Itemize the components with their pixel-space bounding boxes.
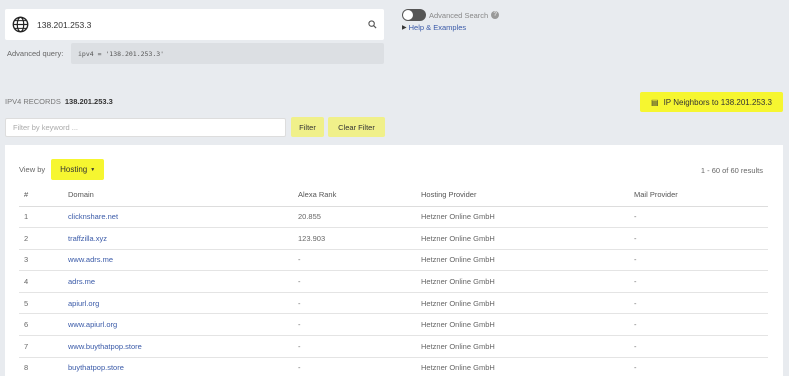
row-num: 5 [19,292,63,315]
hosting-provider: Hetzner Online GmbH [416,292,629,315]
table-row: 8 buythatpop.store - Hetzner Online GmbH… [19,357,768,376]
domain-link[interactable]: buythatpop.store [68,363,124,372]
domain-link[interactable]: traffzilla.xyz [68,234,107,243]
hosting-provider: Hetzner Online GmbH [416,249,629,272]
advanced-query-value[interactable]: ipv4 = '138.201.253.3' [71,43,384,64]
advanced-search-toggle[interactable] [402,9,426,21]
row-num: 1 [19,206,63,229]
advanced-query-row: Advanced query: ipv4 = '138.201.253.3' [5,43,384,64]
globe-icon [12,16,29,33]
view-by-selected: Hosting [60,165,88,174]
domain-link[interactable]: www.buythatpop.store [68,342,142,351]
toggle-knob [403,10,413,20]
row-num: 3 [19,249,63,272]
alexa-rank: - [293,292,416,315]
records-ip: 138.201.253.3 [64,97,113,106]
advanced-search-toggle-row: Advanced Search ? [402,9,500,21]
hosting-provider: Hetzner Online GmbH [416,227,629,250]
filter-input[interactable]: Filter by keyword ... [5,118,286,137]
clear-filter-button[interactable]: Clear Filter [328,117,385,137]
alexa-rank: - [293,357,416,376]
row-num: 8 [19,357,63,376]
ip-neighbors-button[interactable]: ▤ IP Neighbors to 138.201.253.3 [640,92,783,112]
domain-link[interactable]: clicknshare.net [68,212,118,221]
table-row: 2 traffzilla.xyz 123.903 Hetzner Online … [19,227,768,250]
header-num[interactable]: # [19,184,63,207]
row-num: 4 [19,270,63,293]
hosting-provider: Hetzner Online GmbH [416,206,629,229]
mail-provider: - [629,335,768,358]
mail-provider: - [629,313,768,337]
mail-provider: - [629,227,768,250]
table-row: 7 www.buythatpop.store - Hetzner Online … [19,335,768,358]
ip-neighbors-label: IP Neighbors to 138.201.253.3 [663,97,772,107]
view-by: View by Hosting ▼ [19,159,105,180]
search-icon[interactable] [368,20,377,29]
hosting-provider: Hetzner Online GmbH [416,270,629,293]
table-row: 6 www.apiurl.org - Hetzner Online GmbH - [19,313,768,337]
alexa-rank: - [293,249,416,272]
search-input[interactable]: 138.201.253.3 [37,20,368,30]
header-alexa-rank[interactable]: Alexa Rank [293,184,416,207]
caret-down-icon: ▼ [90,166,96,173]
domain-link[interactable]: apiurl.org [68,299,99,308]
results-table: # Domain Alexa Rank Hosting Provider Mai… [19,184,768,376]
mail-provider: - [629,270,768,293]
filter-button[interactable]: Filter [291,117,324,137]
row-num: 2 [19,227,63,250]
header-mail-provider[interactable]: Mail Provider [629,184,768,207]
domain-link[interactable]: www.adrs.me [68,255,113,264]
mail-provider: - [629,249,768,272]
row-num: 6 [19,313,63,337]
alexa-rank: - [293,270,416,293]
advanced-search-label: Advanced Search [429,10,489,20]
row-num: 7 [19,335,63,358]
alexa-rank: 123.903 [293,227,416,250]
records-label: IPV4 RECORDS [5,97,61,106]
help-examples-label: Help & Examples [408,23,467,32]
table-row: 3 www.adrs.me - Hetzner Online GmbH - [19,249,768,272]
view-by-label: View by [19,165,46,174]
alexa-rank: 20.855 [293,206,416,229]
question-icon[interactable]: ? [491,11,500,19]
table-row: 5 apiurl.org - Hetzner Online GmbH - [19,292,768,315]
mail-provider: - [629,292,768,315]
table-header-row: # Domain Alexa Rank Hosting Provider Mai… [19,184,768,207]
neighbors-icon: ▤ [651,97,659,107]
mail-provider: - [629,357,768,376]
table-row: 1 clicknshare.net 20.855 Hetzner Online … [19,206,768,229]
records-heading: IPV4 RECORDS 138.201.253.3 [5,97,113,106]
domain-link[interactable]: adrs.me [68,277,95,286]
header-domain[interactable]: Domain [63,184,293,207]
alexa-rank: - [293,335,416,358]
search-box[interactable]: 138.201.253.3 [5,9,384,40]
results-count: 1 - 60 of 60 results [700,166,763,175]
mail-provider: - [629,206,768,229]
hosting-provider: Hetzner Online GmbH [416,335,629,358]
alexa-rank: - [293,313,416,337]
results-panel: View by Hosting ▼ 1 - 60 of 60 results #… [5,145,783,376]
domain-link[interactable]: www.apiurl.org [68,320,117,329]
hosting-provider: Hetzner Online GmbH [416,357,629,376]
view-by-dropdown[interactable]: Hosting ▼ [51,159,105,180]
help-examples-link[interactable]: ▶ Help & Examples [402,23,466,32]
table-row: 4 adrs.me - Hetzner Online GmbH - [19,270,768,293]
header-hosting-provider[interactable]: Hosting Provider [416,184,629,207]
hosting-provider: Hetzner Online GmbH [416,313,629,337]
caret-right-icon: ▶ [402,25,407,31]
advanced-query-label: Advanced query: [7,49,64,58]
